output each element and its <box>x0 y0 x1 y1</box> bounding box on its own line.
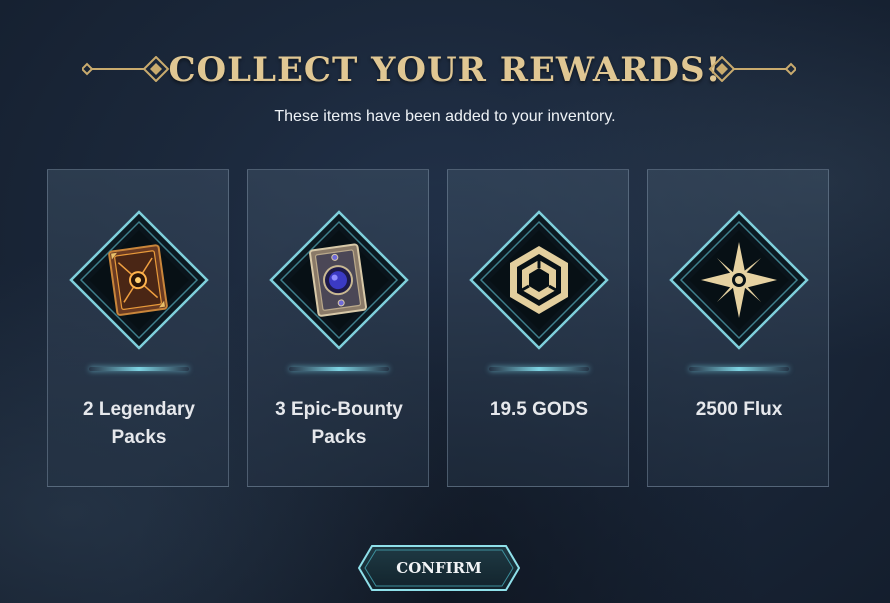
glow-divider <box>89 367 189 371</box>
reward-icon-frame <box>669 210 809 350</box>
epic-bounty-pack-icon <box>269 210 409 350</box>
reward-card-flux: 2500 Flux <box>647 169 829 487</box>
right-ornament-icon <box>708 56 796 82</box>
confirm-button[interactable]: CONFIRM <box>358 545 520 591</box>
flux-star-icon <box>669 210 809 350</box>
legendary-pack-icon <box>69 210 209 350</box>
subtitle: These items have been added to your inve… <box>274 108 616 125</box>
title-row: COLLECT YOUR REWARDS! <box>0 48 890 92</box>
confirm-label: CONFIRM <box>396 559 482 577</box>
glow-divider <box>489 367 589 371</box>
reward-label: 2500 Flux <box>695 399 783 420</box>
gods-token-icon <box>469 210 609 350</box>
reward-icon-frame <box>69 210 209 350</box>
reward-label: 19.5 GODS <box>489 399 589 420</box>
reward-icon-frame <box>469 210 609 350</box>
reward-card-legendary-packs: 2 Legendary Packs <box>47 169 229 487</box>
reward-label: 3 Epic-Bounty Packs <box>275 399 403 448</box>
glow-divider <box>289 367 389 371</box>
glow-divider <box>689 367 789 371</box>
reward-card-gods: 19.5 GODS <box>447 169 629 487</box>
reward-icon-frame <box>269 210 409 350</box>
reward-label: 2 Legendary Packs <box>83 399 195 448</box>
reward-card-epic-bounty-packs: 3 Epic-Bounty Packs <box>247 169 429 487</box>
